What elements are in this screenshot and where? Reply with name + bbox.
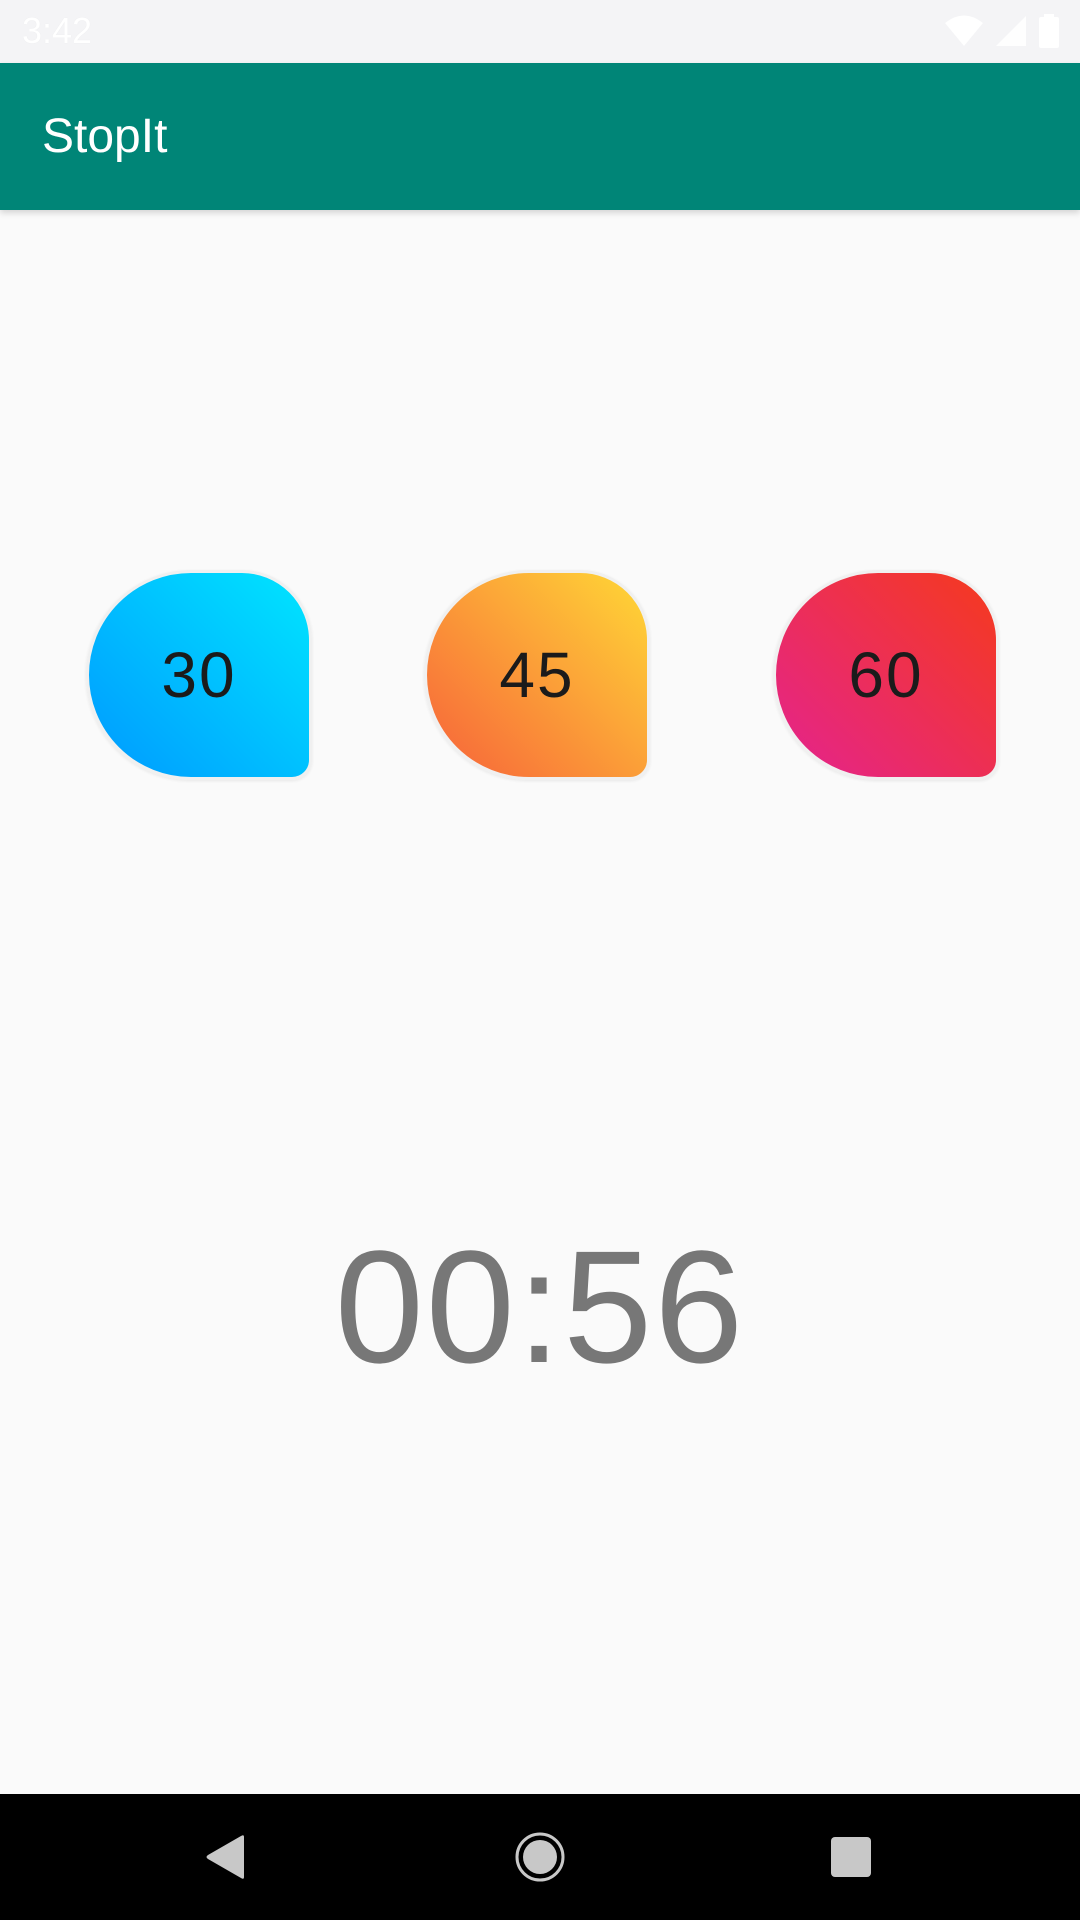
timer-display: 00:56 — [334, 1217, 746, 1396]
nav-bar — [0, 1794, 1080, 1920]
status-time: 3:42 — [22, 10, 93, 51]
timer-45-label: 45 — [499, 639, 575, 711]
wifi-icon — [945, 15, 983, 46]
home-button[interactable] — [504, 1821, 576, 1893]
timer-30-button[interactable]: 30 — [86, 570, 312, 780]
status-icons — [944, 14, 1060, 48]
recents-button[interactable] — [815, 1821, 887, 1893]
back-icon — [206, 1835, 244, 1879]
app-bar: StopIt — [0, 63, 1080, 210]
app-title: StopIt — [42, 110, 168, 163]
signal-icon — [996, 16, 1026, 46]
screen: 3:42 StopIt 30 45 60 00:56 — [0, 0, 1080, 1920]
home-icon — [515, 1832, 565, 1882]
back-button[interactable] — [190, 1821, 262, 1893]
status-bar: 3:42 — [0, 0, 1080, 63]
timer-30-label: 30 — [161, 639, 237, 711]
recents-icon — [831, 1837, 871, 1877]
timer-60-label: 60 — [848, 639, 924, 711]
battery-icon — [1039, 14, 1059, 48]
timer-45-button[interactable]: 45 — [424, 570, 650, 780]
timer-60-button[interactable]: 60 — [773, 570, 999, 780]
